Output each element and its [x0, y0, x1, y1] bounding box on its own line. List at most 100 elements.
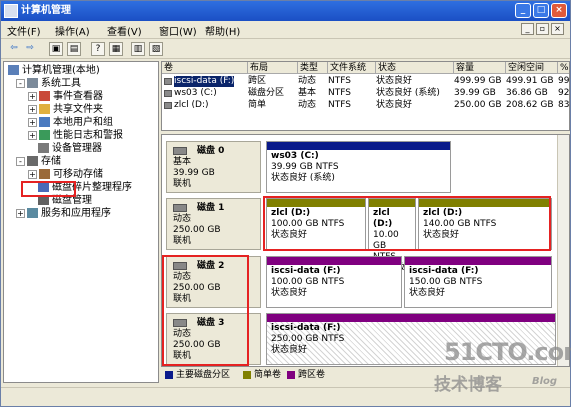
- tree-node-label: 设备管理器: [52, 143, 102, 154]
- volume-cell: 499.99 GB: [454, 76, 502, 86]
- column-header-layout[interactable]: 布局: [248, 62, 298, 74]
- legend-swatch-spanned: [287, 370, 295, 379]
- tree-node[interactable]: - 系统工具: [16, 77, 81, 90]
- expand-icon[interactable]: +: [16, 208, 25, 218]
- column-header-filesystem[interactable]: 文件系统: [328, 62, 376, 74]
- collapse-icon[interactable]: -: [16, 156, 25, 166]
- vertical-scrollbar[interactable]: [557, 135, 569, 366]
- volume-cell: 动态: [298, 100, 317, 110]
- minimize-button[interactable]: _: [515, 3, 531, 18]
- partition-type-bar: [267, 257, 401, 265]
- window-title: 计算机管理: [21, 5, 71, 16]
- menu-view[interactable]: 查看(V): [107, 23, 142, 38]
- menu-bar: 文件(F) 操作(A) 查看(V) 窗口(W) 帮助(H) _ ▫ ×: [1, 21, 570, 39]
- legend-label-simple: 简单卷: [254, 370, 282, 380]
- partition-name: iscsi-data (F:): [409, 266, 479, 276]
- collapse-icon[interactable]: -: [16, 78, 25, 88]
- legend-item-spanned: 跨区卷: [287, 368, 325, 382]
- tree-node[interactable]: + 可移动存储: [28, 168, 103, 181]
- partition-name: iscsi-data (F:): [271, 266, 341, 276]
- back-arrow-icon[interactable]: ⇦: [7, 42, 21, 56]
- volume-cell: 83: [558, 100, 570, 110]
- removable-storage-icon: [39, 169, 50, 179]
- tree-node[interactable]: + 事件查看器: [28, 90, 103, 103]
- close-button[interactable]: ×: [551, 3, 567, 18]
- volume-cell: 39.99 GB: [454, 88, 496, 98]
- partition-block[interactable]: iscsi-data (F:) 100.00 GB NTFS 状态良好: [266, 256, 402, 308]
- menu-window[interactable]: 窗口(W): [159, 23, 197, 38]
- volume-list: 卷 布局 类型 文件系统 状态 容量 空闲空间 % iscsi-data (F:…: [161, 61, 570, 131]
- volume-row[interactable]: iscsi-data (F:) 跨区 动态 NTFS 状态良好 499.99 GB 499.…: [162, 76, 570, 87]
- expand-icon[interactable]: +: [28, 169, 37, 179]
- volume-row[interactable]: zlcl (D:) 简单 动态 NTFS 状态良好 250.00 GB 208.62 GB 8…: [162, 100, 570, 111]
- disk-drive-icon: [173, 147, 187, 155]
- forward-arrow-icon[interactable]: ⇨: [23, 42, 37, 56]
- tree-node[interactable]: + 本地用户和组: [28, 116, 113, 129]
- computer-icon: [8, 65, 19, 75]
- highlight-disk1-partitions: [263, 196, 551, 251]
- tree-node[interactable]: 计算机管理(本地): [8, 64, 100, 77]
- help-icon[interactable]: ?: [91, 42, 105, 56]
- disk-name: 磁盘 1: [197, 203, 225, 213]
- toolbar: ⇦ ⇨ ▣ ▤ ? ▦ ▥ ▧: [1, 39, 570, 59]
- partition-status: 状态良好: [271, 288, 308, 298]
- menu-file[interactable]: 文件(F): [7, 23, 41, 38]
- disk-size: 39.99 GB: [173, 168, 215, 178]
- column-header-volume[interactable]: 卷: [162, 62, 248, 74]
- expand-icon[interactable]: +: [28, 104, 37, 114]
- event-viewer-icon: [39, 91, 50, 101]
- tree-node-label: 共享文件夹: [53, 104, 103, 115]
- volume-cell: 92: [558, 88, 570, 98]
- partition-block[interactable]: iscsi-data (F:) 150.00 GB NTFS 状态良好: [404, 256, 552, 308]
- volume-list-header: 卷 布局 类型 文件系统 状态 容量 空闲空间 %: [162, 62, 569, 74]
- tree-node[interactable]: + 共享文件夹: [28, 103, 103, 116]
- volume-cell: iscsi-data (F:): [174, 76, 235, 87]
- tree-node[interactable]: + 性能日志和警报: [28, 129, 123, 142]
- expand-icon[interactable]: +: [28, 91, 37, 101]
- up-folder-icon[interactable]: ▣: [49, 42, 63, 56]
- volume-cell: zlcl (D:): [174, 100, 209, 110]
- column-header-free-space[interactable]: 空闲空间: [506, 62, 558, 74]
- view-icon[interactable]: ▧: [149, 42, 163, 56]
- storage-icon: [27, 156, 38, 166]
- tree-node-label: 本地用户和组: [53, 117, 113, 128]
- disk-label-0[interactable]: 磁盘 0 基本 39.99 GB 联机: [166, 141, 261, 193]
- device-manager-icon: [38, 143, 49, 153]
- tree-node-label: 事件查看器: [53, 91, 103, 102]
- volume-cell: 状态良好 (系统): [376, 88, 440, 98]
- column-header-capacity[interactable]: 容量: [454, 62, 506, 74]
- properties-icon[interactable]: ▦: [109, 42, 123, 56]
- mdi-close-button[interactable]: ×: [551, 23, 564, 35]
- column-header-status[interactable]: 状态: [376, 62, 454, 74]
- export-list-icon[interactable]: ▥: [131, 42, 145, 56]
- show-tree-icon[interactable]: ▤: [67, 42, 81, 56]
- column-header-percent[interactable]: %: [558, 62, 569, 74]
- users-icon: [39, 117, 50, 127]
- menu-action[interactable]: 操作(A): [55, 23, 90, 38]
- disk-drive-icon: [173, 204, 187, 212]
- partition-block[interactable]: ws03 (C:) 39.99 GB NTFS 状态良好 (系统): [266, 141, 451, 193]
- volume-cell: 状态良好: [376, 100, 413, 110]
- volume-cell: 基本: [298, 88, 317, 98]
- disk-label-1[interactable]: 磁盘 1 动态 250.00 GB 联机: [166, 198, 261, 250]
- mdi-minimize-button[interactable]: _: [521, 23, 534, 35]
- maximize-button[interactable]: □: [533, 3, 549, 18]
- computer-management-icon: [4, 4, 18, 18]
- volume-cell: 磁盘分区: [248, 88, 285, 98]
- mdi-restore-button[interactable]: ▫: [536, 23, 549, 35]
- expand-icon[interactable]: +: [28, 130, 37, 140]
- watermark-site: 51CTO.com: [444, 338, 571, 366]
- partition-type-bar: [267, 314, 555, 322]
- tree-node[interactable]: + 服务和应用程序: [16, 207, 111, 220]
- menu-help[interactable]: 帮助(H): [205, 23, 240, 38]
- volume-row[interactable]: ws03 (C:) 磁盘分区 基本 NTFS 状态良好 (系统) 39.99 GB 36.8…: [162, 88, 570, 99]
- tools-icon: [27, 78, 38, 88]
- tree-node[interactable]: - 存储: [16, 155, 61, 168]
- tree-node[interactable]: 设备管理器: [38, 142, 102, 155]
- disk-status: 联机: [173, 236, 192, 246]
- volume-cell: NTFS: [328, 88, 351, 98]
- volume-cell: 99: [558, 76, 570, 86]
- column-header-type[interactable]: 类型: [298, 62, 328, 74]
- disk-type: 基本: [173, 157, 192, 167]
- expand-icon[interactable]: +: [28, 117, 37, 127]
